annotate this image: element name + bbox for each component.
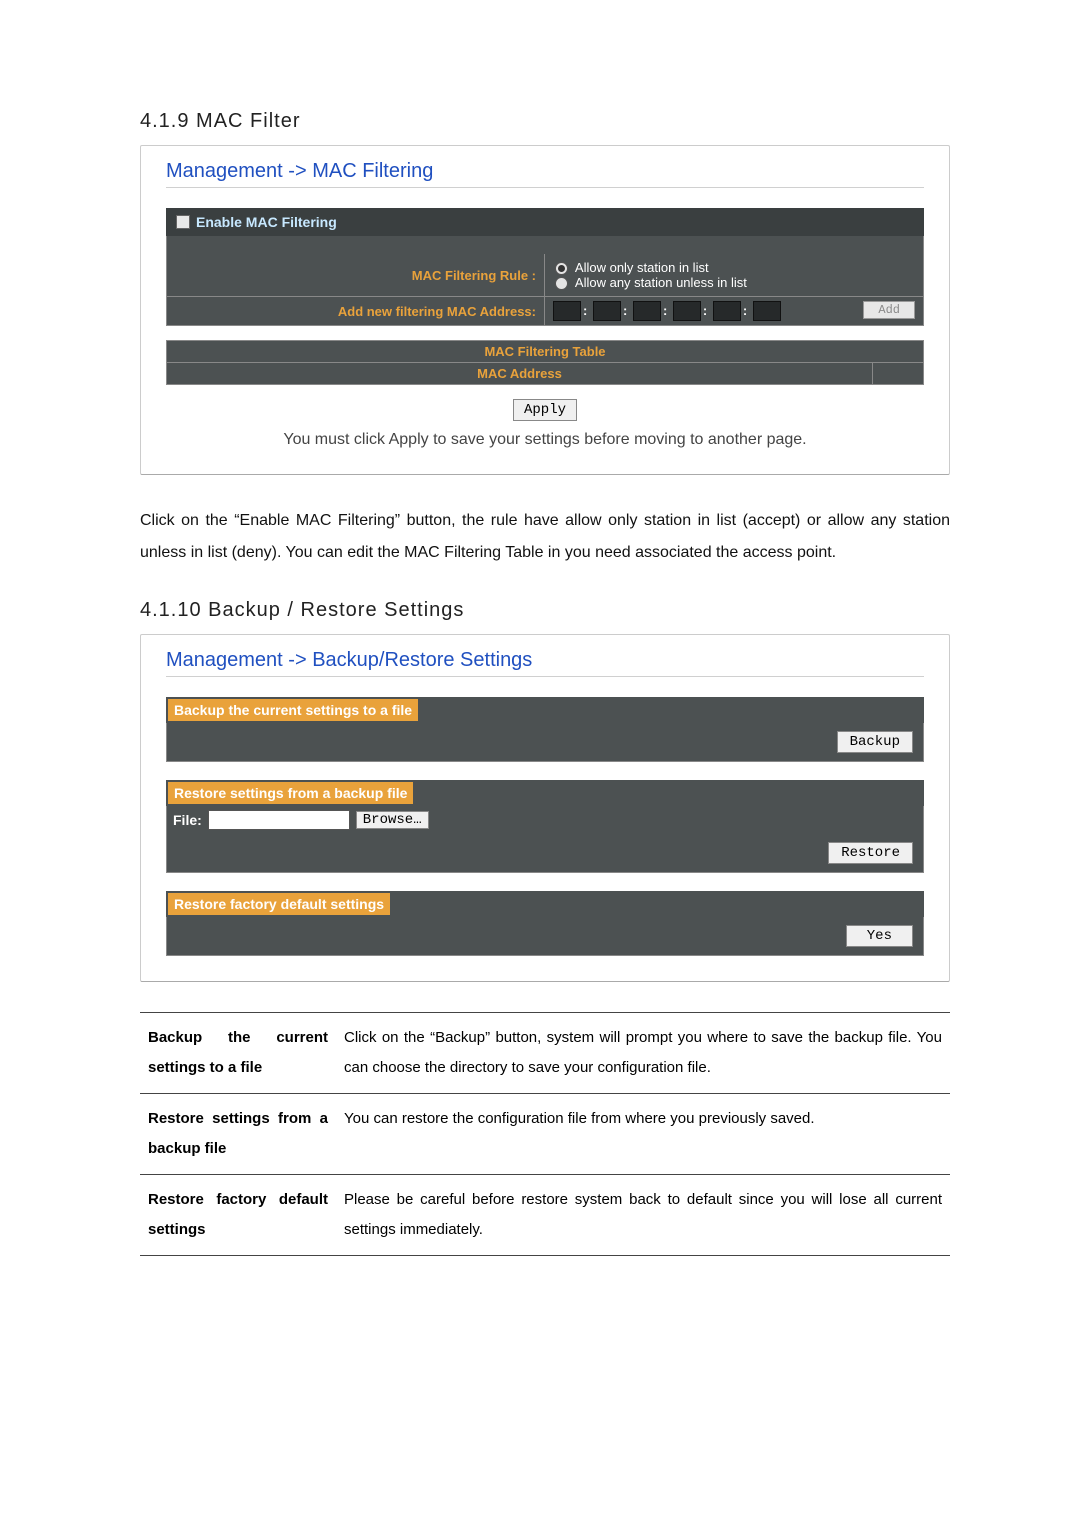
file-label: File: (173, 812, 202, 828)
browse-button[interactable]: Browse… (356, 811, 429, 829)
radio-allow-any-label: Allow any station unless in list (575, 275, 747, 290)
backup-header-bar: Backup the current settings to a file (166, 697, 924, 723)
section-heading-backup-restore: 4.1.10 Backup / Restore Settings (140, 599, 950, 622)
desc-val-factory: Please be careful before restore system … (336, 1175, 950, 1256)
radio-allow-only-label: Allow only station in list (575, 260, 709, 275)
restore-file-header-label: Restore settings from a backup file (168, 782, 413, 804)
restore-file-row: File: Browse… (166, 806, 924, 834)
add-mac-button[interactable]: Add (863, 301, 915, 319)
apply-note: You must click Apply to save your settin… (166, 431, 924, 449)
enable-mac-filtering-row[interactable]: Enable MAC Filtering (166, 208, 924, 236)
radio-allow-only[interactable] (555, 262, 568, 275)
backup-header-label: Backup the current settings to a file (168, 699, 418, 721)
enable-mac-filtering-checkbox[interactable] (176, 215, 190, 229)
mac-octet-4[interactable] (673, 301, 701, 321)
mac-filtering-table-empty-col (873, 363, 923, 384)
factory-header-label: Restore factory default settings (168, 893, 390, 915)
factory-action-row: Yes (166, 917, 924, 956)
backup-action-row: Backup (166, 723, 924, 762)
desc-val-backup: Click on the “Backup” button, system wil… (336, 1013, 950, 1094)
file-input[interactable] (208, 810, 350, 830)
mac-filtering-table-header: MAC Filtering Table (166, 340, 924, 362)
apply-button[interactable]: Apply (513, 399, 577, 421)
table-row: Backup the current settings to a file Cl… (140, 1013, 950, 1094)
add-mac-row: Add new filtering MAC Address: : : : : :… (166, 297, 924, 326)
desc-key-factory: Restore factory default settings (140, 1175, 336, 1256)
page-title-backup-restore: Management -> Backup/Restore Settings (166, 645, 924, 677)
mac-filter-paragraph: Click on the “Enable MAC Filtering” butt… (140, 505, 950, 569)
mac-filtering-rule-label: MAC Filtering Rule : (167, 254, 545, 296)
backup-restore-screenshot: Management -> Backup/Restore Settings Ba… (140, 634, 950, 982)
rule-allow-only-option[interactable]: Allow only station in list (555, 260, 913, 275)
table-row: Restore settings from a backup file You … (140, 1094, 950, 1175)
mac-filtering-rule-row: MAC Filtering Rule : Allow only station … (166, 254, 924, 297)
factory-header-bar: Restore factory default settings (166, 891, 924, 917)
radio-allow-any[interactable] (555, 277, 568, 290)
restore-button[interactable]: Restore (828, 842, 913, 864)
mac-octet-6[interactable] (753, 301, 781, 321)
mac-octet-1[interactable] (553, 301, 581, 321)
add-mac-label: Add new filtering MAC Address: (167, 297, 545, 325)
desc-key-backup: Backup the current settings to a file (140, 1013, 336, 1094)
enable-mac-filtering-label: Enable MAC Filtering (196, 214, 337, 230)
mac-filter-screenshot: Management -> MAC Filtering Enable MAC F… (140, 145, 950, 475)
factory-yes-button[interactable]: Yes (846, 925, 913, 947)
mac-octet-3[interactable] (633, 301, 661, 321)
mac-filtering-table: MAC Filtering Table MAC Address (166, 340, 924, 385)
page-title-mac-filtering: Management -> MAC Filtering (166, 156, 924, 188)
mac-octet-2[interactable] (593, 301, 621, 321)
rule-allow-any-option[interactable]: Allow any station unless in list (555, 275, 913, 290)
restore-action-row: Restore (166, 834, 924, 873)
table-row: Restore factory default settings Please … (140, 1175, 950, 1256)
desc-val-restore: You can restore the configuration file f… (336, 1094, 950, 1175)
backup-button[interactable]: Backup (837, 731, 913, 753)
mac-filtering-table-column: MAC Address (167, 363, 873, 384)
mac-octet-5[interactable] (713, 301, 741, 321)
section-heading-mac-filter: 4.1.9 MAC Filter (140, 110, 950, 133)
desc-key-restore: Restore settings from a backup file (140, 1094, 336, 1175)
restore-file-header-bar: Restore settings from a backup file (166, 780, 924, 806)
backup-restore-description-table: Backup the current settings to a file Cl… (140, 1012, 950, 1256)
